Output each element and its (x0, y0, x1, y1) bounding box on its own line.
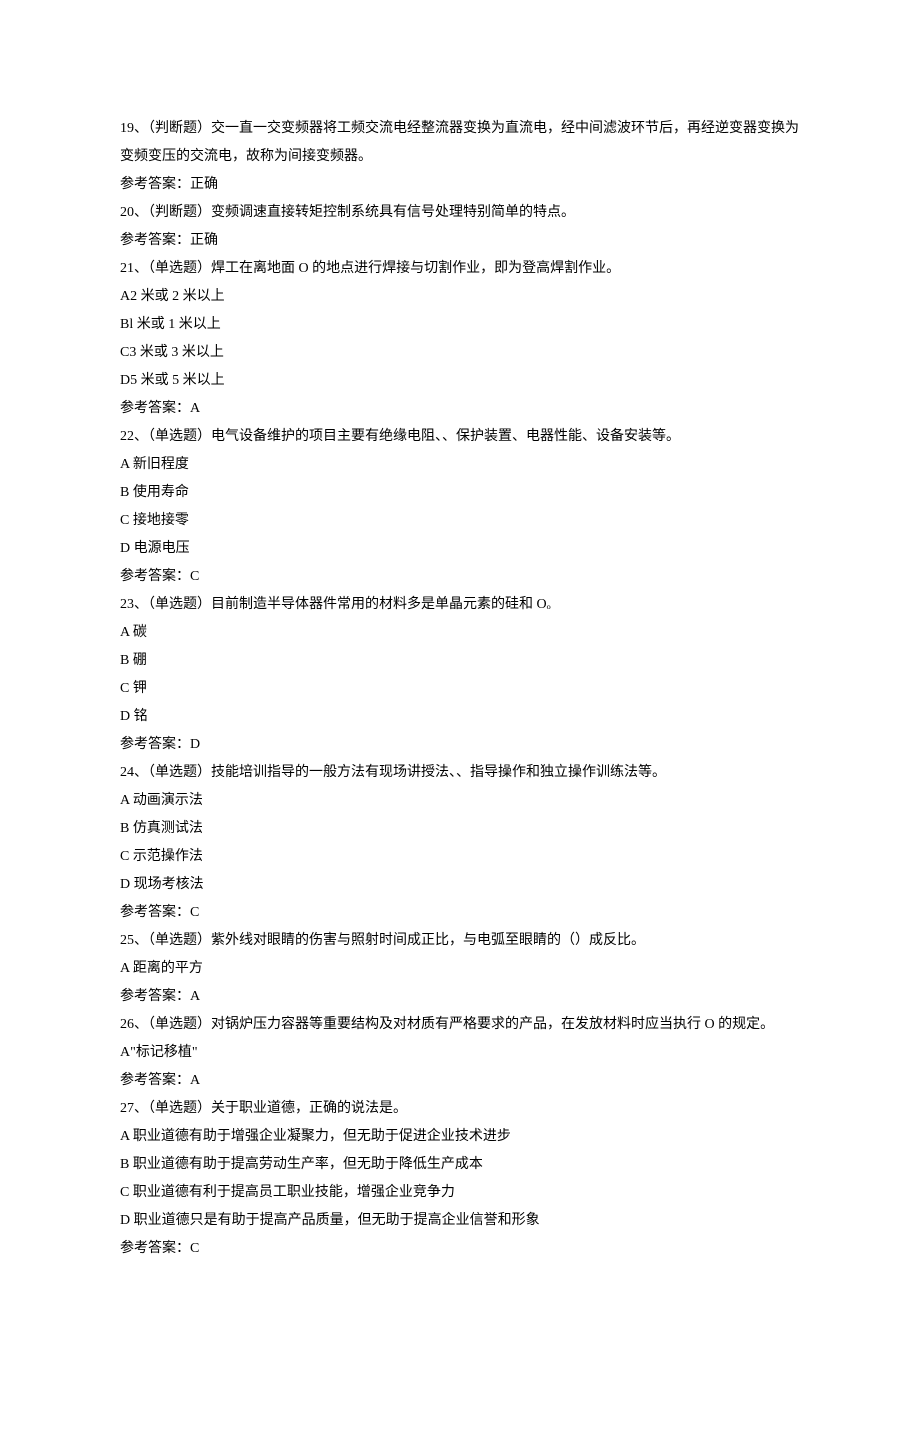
question-option: C 接地接零 (120, 507, 800, 535)
question-option: C 钾 (120, 675, 800, 703)
question-option: B 使用寿命 (120, 479, 800, 507)
question-option: B 硼 (120, 647, 800, 675)
question-option: A 职业道德有助于增强企业凝聚力，但无助于促进企业技术进步 (120, 1123, 800, 1151)
question-text: 26、（单选题）对锅炉压力容器等重要结构及对材质有严格要求的产品，在发放材料时应… (120, 1011, 800, 1039)
question-option: A 新旧程度 (120, 451, 800, 479)
question-text: 23、（单选题）目前制造半导体器件常用的材料多是单晶元素的硅和 Oₒ (120, 591, 800, 619)
question-option: D5 米或 5 米以上 (120, 367, 800, 395)
question-option: B 职业道德有助于提高劳动生产率，但无助于降低生产成本 (120, 1151, 800, 1179)
answer-text: 参考答案：正确 (120, 227, 800, 255)
answer-text: 参考答案：A (120, 983, 800, 1011)
question-option: D 职业道德只是有助于提高产品质量，但无助于提高企业信誉和形象 (120, 1207, 800, 1235)
question-option: C 职业道德有利于提高员工职业技能，增强企业竞争力 (120, 1179, 800, 1207)
question-option: A 碳 (120, 619, 800, 647)
question-text: 20、（判断题）变频调速直接转矩控制系统具有信号处理特别简单的特点。 (120, 199, 800, 227)
question-option: Bl 米或 1 米以上 (120, 311, 800, 339)
answer-text: 参考答案：C (120, 563, 800, 591)
answer-text: 参考答案：C (120, 899, 800, 927)
question-text: 21、（单选题）焊工在离地面 O 的地点进行焊接与切割作业，即为登高焊割作业。 (120, 255, 800, 283)
question-option: A"标记移植" (120, 1039, 800, 1067)
question-option: D 电源电压 (120, 535, 800, 563)
question-option: A2 米或 2 米以上 (120, 283, 800, 311)
question-option: D 铭 (120, 703, 800, 731)
question-option: A 距离的平方 (120, 955, 800, 983)
question-text: 25、（单选题）紫外线对眼睛的伤害与照射时间成正比，与电弧至眼睛的（）成反比。 (120, 927, 800, 955)
answer-text: 参考答案：D (120, 731, 800, 759)
answer-text: 参考答案：正确 (120, 171, 800, 199)
answer-text: 参考答案：C (120, 1235, 800, 1263)
question-option: D 现场考核法 (120, 871, 800, 899)
question-text: 19、（判断题）交一直一交变频器将工频交流电经整流器变换为直流电，经中间滤波环节… (120, 115, 800, 171)
question-option: C 示范操作法 (120, 843, 800, 871)
question-text: 24、（单选题）技能培训指导的一般方法有现场讲授法、、指导操作和独立操作训练法等… (120, 759, 800, 787)
answer-text: 参考答案：A (120, 395, 800, 423)
question-option: A 动画演示法 (120, 787, 800, 815)
question-option: B 仿真测试法 (120, 815, 800, 843)
answer-text: 参考答案：A (120, 1067, 800, 1095)
question-option: C3 米或 3 米以上 (120, 339, 800, 367)
question-text: 27、（单选题）关于职业道德，正确的说法是。 (120, 1095, 800, 1123)
question-text: 22、（单选题）电气设备维护的项目主要有绝缘电阻、、保护装置、电器性能、设备安装… (120, 423, 800, 451)
